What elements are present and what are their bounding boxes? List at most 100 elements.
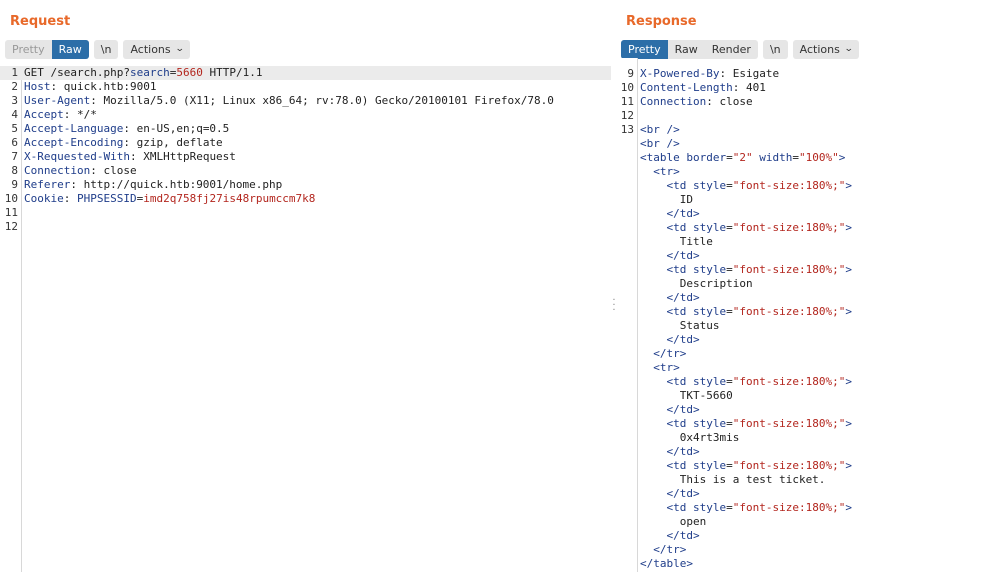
code-line: Title: [616, 235, 995, 249]
response-editor[interactable]: 9 X-Powered-By: Esigate 10 Content-Length: …: [616, 58, 995, 572]
code-text: open: [640, 515, 707, 529]
code-text: </td>: [640, 403, 700, 417]
request-actions-label: Actions: [130, 43, 171, 56]
code-text: <td style="font-size:180%;">: [640, 263, 852, 277]
code-line: </table>: [616, 557, 995, 571]
code-token: <tr>: [653, 165, 680, 178]
line-number: 13: [620, 123, 634, 136]
code-line: <td style="font-size:180%;">: [616, 221, 995, 235]
code-token: >: [845, 501, 852, 514]
code-token: "font-size:180%;": [732, 179, 846, 192]
line-number: 9: [627, 67, 634, 80]
request-pane: Request Pretty Raw \n Actions ⌄ 1 GET /se…: [0, 0, 611, 572]
code-token: </td>: [666, 207, 700, 220]
code-token: : http://quick.htb:9001/home.php: [70, 178, 283, 191]
code-token: =: [726, 375, 733, 388]
code-line: </td>: [616, 403, 995, 417]
code-token: =: [726, 459, 733, 472]
code-text: <br />: [640, 123, 680, 137]
response-actions-button[interactable]: Actions ⌄: [792, 40, 860, 59]
code-token: "font-size:180%;": [732, 305, 846, 318]
request-newline-toggle[interactable]: \n: [93, 40, 119, 59]
code-line: Status: [616, 319, 995, 333]
code-text: </td>: [640, 487, 700, 501]
code-token: </td>: [666, 291, 700, 304]
code-token: : Mozilla/5.0 (X11; Linux x86_64; rv:78.…: [90, 94, 554, 107]
code-line: 5 Accept-Language: en-US,en;q=0.5: [0, 122, 611, 136]
code-token: Accept: [24, 108, 64, 121]
response-pretty-tab[interactable]: Pretty: [621, 40, 668, 59]
code-token: Referer: [24, 178, 71, 191]
code-token: <br />: [640, 123, 680, 136]
code-text: <tr>: [640, 361, 680, 375]
line-number: 11: [4, 206, 18, 219]
code-token: >: [845, 417, 852, 430]
code-text: Title: [640, 235, 713, 249]
code-token: </td>: [666, 249, 700, 262]
request-toolbar: Pretty Raw \n Actions ⌄: [5, 40, 195, 59]
code-text: </tr>: [640, 347, 686, 361]
code-line: 12: [0, 220, 611, 234]
code-line: <td style="font-size:180%;">: [616, 305, 995, 319]
code-text: <br />: [640, 137, 680, 151]
code-token: style: [693, 375, 727, 388]
request-raw-tab[interactable]: Raw: [51, 40, 89, 59]
code-token: style: [693, 179, 727, 192]
code-token: </td>: [666, 333, 700, 346]
code-token: GET /search.php?: [24, 66, 130, 79]
code-line: </tr>: [616, 543, 995, 557]
code-text: </tr>: [640, 543, 686, 557]
line-number: 3: [11, 94, 18, 107]
code-text: TKT-5660: [640, 389, 733, 403]
code-text: <td style="font-size:180%;">: [640, 221, 852, 235]
response-render-tab[interactable]: Render: [705, 40, 758, 59]
chevron-down-icon: ⌄: [843, 44, 854, 54]
line-number: 5: [11, 122, 18, 135]
code-line: 9 X-Powered-By: Esigate: [616, 67, 995, 81]
code-token: Connection: [640, 95, 707, 108]
request-view-mode-toggle: Pretty Raw: [5, 40, 89, 59]
code-line: <table border="2" width="100%">: [616, 151, 995, 165]
code-token: >: [838, 151, 846, 164]
code-token: "font-size:180%;": [732, 417, 846, 430]
code-line: 9 Referer: http://quick.htb:9001/home.php: [0, 178, 611, 192]
code-token: : close: [90, 164, 137, 177]
code-line: ID: [616, 193, 995, 207]
code-line: This is a test ticket.: [616, 473, 995, 487]
code-text: </td>: [640, 249, 700, 263]
response-actions-label: Actions: [799, 43, 840, 56]
code-token: HTTP/1.1: [202, 66, 263, 79]
code-token: Connection: [24, 164, 91, 177]
code-token: >: [845, 263, 852, 276]
line-number: 12: [620, 109, 634, 122]
code-token: "font-size:180%;": [732, 375, 846, 388]
code-text: Content-Length: 401: [640, 81, 766, 95]
code-line: 2 Host: quick.htb:9001: [0, 80, 611, 94]
code-token: "font-size:180%;": [732, 501, 846, 514]
code-token: =: [792, 151, 799, 164]
response-raw-tab[interactable]: Raw: [668, 40, 705, 59]
code-line: <td style="font-size:180%;">: [616, 179, 995, 193]
code-text: Connection: close: [640, 95, 753, 109]
request-pretty-tab[interactable]: Pretty: [5, 40, 52, 59]
code-text: ID: [640, 193, 693, 207]
code-token: <table: [640, 151, 687, 164]
code-token: style: [693, 263, 727, 276]
code-line: 10 Cookie: PHPSESSID=imd2q758fj27is48rpum…: [0, 192, 611, 206]
request-actions-button[interactable]: Actions ⌄: [123, 40, 191, 59]
code-line: <td style="font-size:180%;">: [616, 375, 995, 389]
request-editor[interactable]: 1 GET /search.php?search=5660 HTTP/1.1 2 Ho…: [0, 66, 611, 572]
response-title: Response: [626, 14, 697, 29]
response-newline-toggle[interactable]: \n: [762, 40, 788, 59]
code-token: style: [693, 501, 727, 514]
code-token: >: [845, 459, 852, 472]
code-text: X-Requested-With: XMLHttpRequest: [24, 150, 236, 164]
code-line: TKT-5660: [616, 389, 995, 403]
code-token: search: [129, 66, 170, 79]
